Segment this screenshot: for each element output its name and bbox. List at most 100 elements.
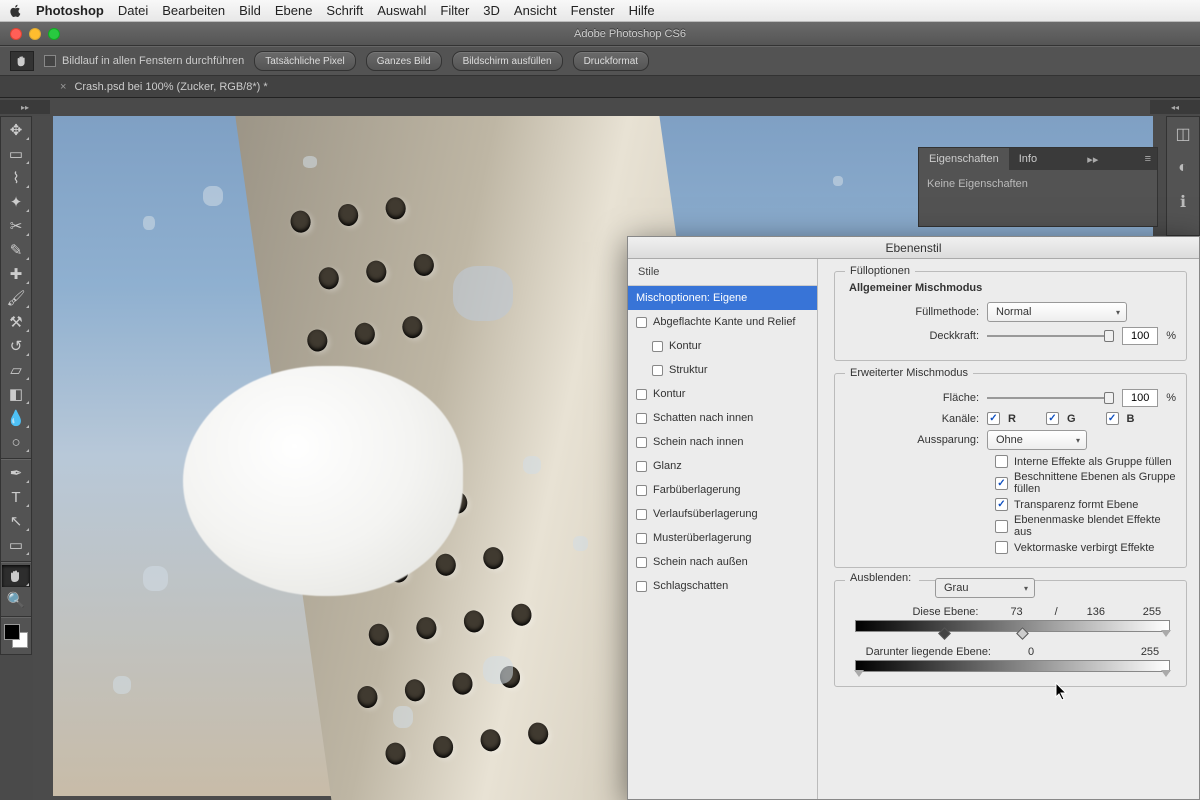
type-tool[interactable]: T [2, 486, 30, 508]
opacity-slider[interactable] [987, 330, 1114, 342]
menu-bild[interactable]: Bild [239, 3, 261, 18]
style-stroke[interactable]: Kontur [628, 382, 817, 406]
styles-header: Stile [628, 259, 817, 286]
knockout-label: Aussparung: [849, 434, 979, 446]
fill-screen-button[interactable]: Bildschirm ausfüllen [452, 51, 563, 71]
style-outer-glow[interactable]: Schein nach außen [628, 550, 817, 574]
brush-tool[interactable]: 🖌 [2, 287, 30, 309]
crop-tool[interactable]: ✂ [2, 215, 30, 237]
style-satin[interactable]: Glanz [628, 454, 817, 478]
marquee-tool[interactable]: ▭ [2, 143, 30, 165]
minimize-button[interactable] [29, 28, 41, 40]
hand-tool-indicator[interactable] [10, 51, 34, 71]
window-title: Adobe Photoshop CS6 [60, 28, 1200, 40]
scroll-all-label: Bildlauf in allen Fenstern durchführen [62, 55, 244, 67]
tab-info[interactable]: Info [1009, 148, 1047, 170]
eyedropper-tool[interactable]: ✎ [2, 239, 30, 261]
style-bevel-texture[interactable]: Struktur [628, 358, 817, 382]
shape-tool[interactable]: ▭ [2, 534, 30, 556]
maximize-button[interactable] [48, 28, 60, 40]
menu-datei[interactable]: Datei [118, 3, 148, 18]
style-drop-shadow[interactable]: Schlagschatten [628, 574, 817, 598]
gradient-tool[interactable]: ◧ [2, 383, 30, 405]
cb-layer-mask[interactable] [995, 520, 1008, 533]
this-layer-slider[interactable] [855, 620, 1170, 632]
menu-app[interactable]: Photoshop [36, 3, 104, 18]
adjustments-icon[interactable]: ◐ [1168, 153, 1198, 183]
hand-tool[interactable] [2, 565, 30, 587]
menu-auswahl[interactable]: Auswahl [377, 3, 426, 18]
stamp-tool[interactable]: ⚒ [2, 311, 30, 333]
fill-input[interactable] [1122, 389, 1158, 407]
under-layer-slider[interactable] [855, 660, 1170, 672]
cb-vector-mask[interactable] [995, 541, 1008, 554]
knockout-select[interactable]: Ohne▾ [987, 430, 1087, 450]
pen-tool[interactable]: ✒ [2, 462, 30, 484]
blend-if-select[interactable]: Grau▾ [935, 578, 1035, 598]
cb-clipped[interactable] [995, 477, 1008, 490]
style-bevel-contour[interactable]: Kontur [628, 334, 817, 358]
zoom-tool[interactable]: 🔍 [2, 589, 30, 611]
channel-g-checkbox[interactable] [1046, 412, 1059, 425]
menu-ebene[interactable]: Ebene [275, 3, 313, 18]
move-tool[interactable]: ✥ [2, 119, 30, 141]
menu-schrift[interactable]: Schrift [326, 3, 363, 18]
doc-tab[interactable]: × Crash.psd bei 100% (Zucker, RGB/8*) * [50, 81, 278, 93]
expand-panels-icon[interactable]: ◂◂ [1150, 100, 1200, 114]
fit-screen-button[interactable]: Ganzes Bild [366, 51, 442, 71]
panel-menu-icon[interactable]: ≡ [1139, 153, 1157, 165]
toolbox: ✥ ▭ ⌇ ✦ ✂ ✎ ✚ 🖌 ⚒ ↺ ▱ ◧ 💧 ○ ✒ T ↖ ▭ 🔍 [0, 116, 32, 655]
layer-style-dialog: Ebenenstil Stile Mischoptionen: Eigene A… [627, 236, 1200, 800]
scroll-all-checkbox[interactable]: Bildlauf in allen Fenstern durchführen [44, 55, 244, 67]
style-pattern-overlay[interactable]: Musterüberlagerung [628, 526, 817, 550]
mac-menubar[interactable]: Photoshop Datei Bearbeiten Bild Ebene Sc… [0, 0, 1200, 22]
style-inner-glow[interactable]: Schein nach innen [628, 430, 817, 454]
general-blend-header: Allgemeiner Mischmodus [849, 282, 1176, 294]
style-color-overlay[interactable]: Farbüberlagerung [628, 478, 817, 502]
window-controls [10, 28, 60, 40]
titlebar: Adobe Photoshop CS6 [0, 22, 1200, 46]
panel-collapse-icon[interactable]: ▸▸ [1081, 153, 1104, 166]
options-bar: Bildlauf in allen Fenstern durchführen T… [0, 46, 1200, 76]
actual-pixels-button[interactable]: Tatsächliche Pixel [254, 51, 355, 71]
channel-r-checkbox[interactable] [987, 412, 1000, 425]
close-tab-icon[interactable]: × [60, 81, 66, 93]
cb-internal-effects[interactable] [995, 455, 1008, 468]
style-blending-options[interactable]: Mischoptionen: Eigene [628, 286, 817, 310]
info-icon[interactable]: ℹ [1168, 187, 1198, 217]
history-brush-tool[interactable]: ↺ [2, 335, 30, 357]
menu-3d[interactable]: 3D [483, 3, 500, 18]
opacity-input[interactable] [1122, 327, 1158, 345]
channel-b-checkbox[interactable] [1106, 412, 1119, 425]
histogram-icon[interactable]: ◫ [1168, 119, 1198, 149]
opacity-label: Deckkraft: [849, 330, 979, 342]
print-size-button[interactable]: Druckformat [573, 51, 649, 71]
blend-mode-select[interactable]: Normal▾ [987, 302, 1127, 322]
lasso-tool[interactable]: ⌇ [2, 167, 30, 189]
apple-icon[interactable] [8, 4, 22, 18]
fill-slider[interactable] [987, 392, 1114, 404]
doc-tab-label: Crash.psd bei 100% (Zucker, RGB/8*) * [74, 81, 267, 93]
menu-bearbeiten[interactable]: Bearbeiten [162, 3, 225, 18]
color-swatch[interactable] [4, 624, 28, 648]
style-gradient-overlay[interactable]: Verlaufsüberlagerung [628, 502, 817, 526]
expand-tools-icon[interactable]: ▸▸ [0, 100, 50, 114]
menu-fenster[interactable]: Fenster [571, 3, 615, 18]
style-inner-shadow[interactable]: Schatten nach innen [628, 406, 817, 430]
eraser-tool[interactable]: ▱ [2, 359, 30, 381]
dodge-tool[interactable]: ○ [2, 431, 30, 453]
magic-wand-tool[interactable]: ✦ [2, 191, 30, 213]
blur-tool[interactable]: 💧 [2, 407, 30, 429]
menu-hilfe[interactable]: Hilfe [629, 3, 655, 18]
advanced-blend-group: Erweiterter Mischmodus Fläche: % Kanäle:… [834, 373, 1187, 568]
menu-ansicht[interactable]: Ansicht [514, 3, 557, 18]
path-select-tool[interactable]: ↖ [2, 510, 30, 532]
fill-opacity-label: Fläche: [849, 392, 979, 404]
cb-transparency[interactable] [995, 498, 1008, 511]
blend-if-group: Ausblenden: Grau▾ Diese Ebene: 73 / 136 … [834, 580, 1187, 687]
healing-tool[interactable]: ✚ [2, 263, 30, 285]
close-button[interactable] [10, 28, 22, 40]
style-bevel[interactable]: Abgeflachte Kante und Relief [628, 310, 817, 334]
tab-eigenschaften[interactable]: Eigenschaften [919, 148, 1009, 170]
menu-filter[interactable]: Filter [440, 3, 469, 18]
